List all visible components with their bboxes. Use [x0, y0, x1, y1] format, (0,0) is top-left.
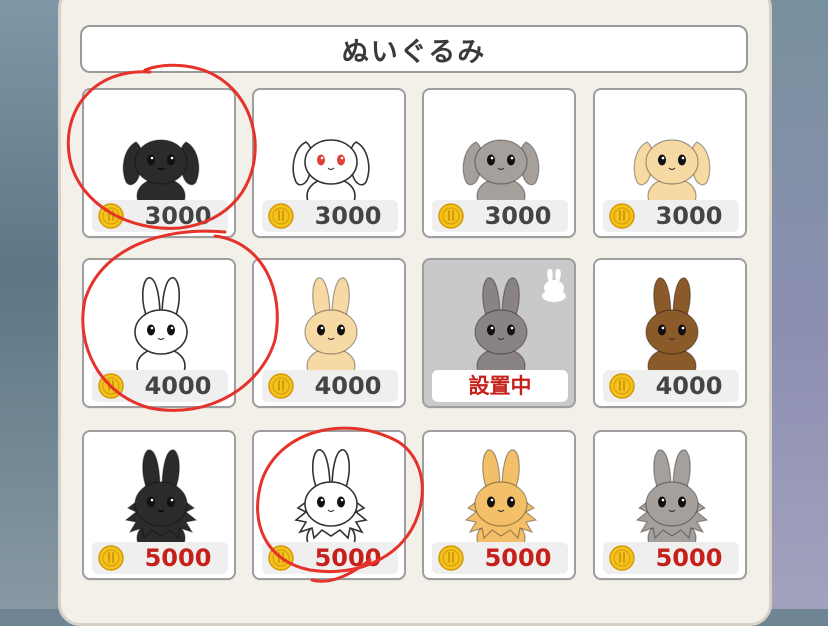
coin-icon — [268, 373, 294, 399]
price-bar: 3000 — [432, 200, 568, 232]
coin-icon — [609, 203, 635, 229]
price-bar: 5000 — [92, 542, 228, 574]
plush-item[interactable]: 5000 — [252, 430, 406, 580]
price-bar: 4000 — [603, 370, 739, 402]
price-bar: 5000 — [262, 542, 398, 574]
plush-item[interactable]: 3000 — [252, 88, 406, 238]
coin-icon — [609, 373, 635, 399]
plush-item[interactable]: 5000 — [593, 430, 747, 580]
plush-item[interactable]: 設置中 — [422, 258, 576, 408]
price-bar: 4000 — [262, 370, 398, 402]
price-label: 3000 — [484, 202, 552, 230]
coin-icon — [268, 203, 294, 229]
price-bar: 3000 — [92, 200, 228, 232]
plush-item[interactable]: 3000 — [82, 88, 236, 238]
coin-icon — [98, 373, 124, 399]
price-bar: 4000 — [92, 370, 228, 402]
plush-grid: 3000 3000 3000 3000 4000 4000 設置中 4000 5… — [0, 0, 828, 609]
coin-icon — [438, 203, 464, 229]
coin-icon — [98, 545, 124, 571]
placed-status: 設置中 — [432, 370, 568, 402]
plush-item[interactable]: 4000 — [82, 258, 236, 408]
price-bar: 5000 — [603, 542, 739, 574]
price-label: 4000 — [314, 372, 382, 400]
price-label: 5000 — [144, 544, 212, 572]
coin-icon — [609, 545, 635, 571]
plush-item[interactable]: 4000 — [593, 258, 747, 408]
price-label: 3000 — [314, 202, 382, 230]
price-label: 5000 — [655, 544, 723, 572]
plush-item[interactable]: 3000 — [422, 88, 576, 238]
coin-icon — [98, 203, 124, 229]
price-bar: 3000 — [262, 200, 398, 232]
price-bar: 5000 — [432, 542, 568, 574]
price-label: 4000 — [655, 372, 723, 400]
price-label: 4000 — [144, 372, 212, 400]
price-label: 5000 — [314, 544, 382, 572]
plush-item[interactable]: 5000 — [422, 430, 576, 580]
price-label: 3000 — [655, 202, 723, 230]
price-label: 5000 — [484, 544, 552, 572]
plush-item[interactable]: 5000 — [82, 430, 236, 580]
price-label: 3000 — [144, 202, 212, 230]
price-bar: 3000 — [603, 200, 739, 232]
coin-icon — [268, 545, 294, 571]
coin-icon — [438, 545, 464, 571]
plush-item[interactable]: 3000 — [593, 88, 747, 238]
placed-bunny-icon — [542, 269, 566, 302]
plush-item[interactable]: 4000 — [252, 258, 406, 408]
